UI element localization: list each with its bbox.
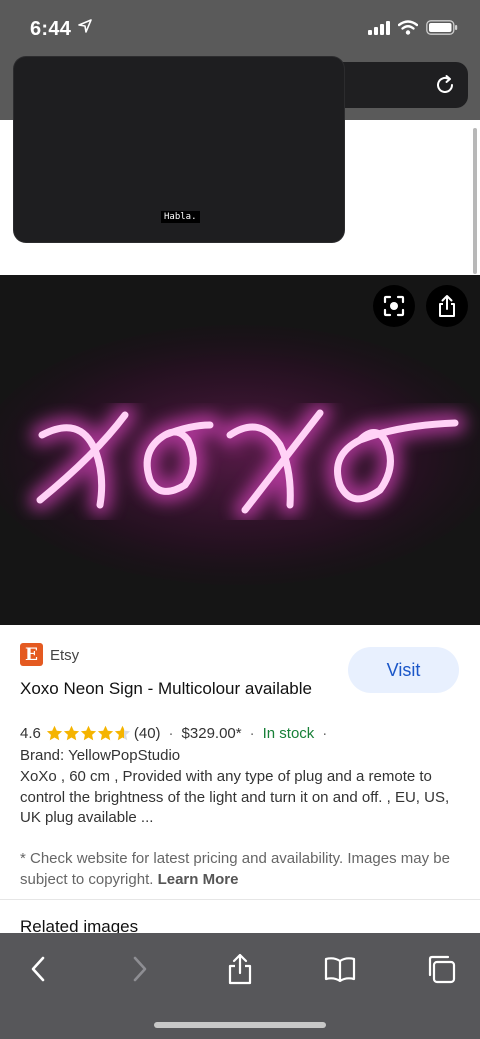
battery-icon [426,20,458,40]
price: $329.00* [181,725,242,742]
rating-count: (40) [133,725,161,742]
scroll-indicator[interactable] [473,128,477,274]
visit-button[interactable]: Visit [348,647,459,693]
reload-icon[interactable] [434,74,456,101]
stock-status: In stock [262,725,315,742]
home-indicator[interactable] [154,1022,326,1028]
tabs-icon[interactable] [421,951,461,987]
status-bar: 6:44 [0,0,480,58]
share-toolbar-icon[interactable] [220,951,260,987]
popup-caption: Habla. [161,211,200,223]
status-indicators [368,20,458,40]
divider [0,899,480,900]
status-time: 6:44 [30,18,72,40]
disclaimer: * Check website for latest pricing and a… [20,848,460,890]
product-title[interactable]: Xoxo Neon Sign - Multicolour available [20,676,320,701]
chevron-right-icon[interactable] [120,951,160,987]
chevron-left-icon[interactable] [18,951,58,987]
neon-sign-image [0,275,480,625]
signal-icon [368,20,390,40]
location-arrow-icon [78,19,92,38]
book-icon[interactable] [320,951,360,987]
source-name[interactable]: Etsy [50,647,79,664]
rating-value: 4.6 [20,725,41,742]
brand: Brand: YellowPopStudio [20,747,181,764]
star-icon [46,725,130,741]
product-image[interactable] [0,275,480,625]
learn-more-link[interactable]: Learn More [158,871,239,888]
etsy-logo: E [20,643,43,666]
result-info-panel: E Etsy Visit Xoxo Neon Sign - Multicolou… [0,625,480,945]
product-description: XoXo , 60 cm , Provided with any type of… [20,768,450,826]
lens-icon[interactable] [373,285,415,327]
rating-stars [46,725,132,742]
wifi-icon [397,20,419,40]
product-meta: 4.6 (40) · $329.00* · In stock · [20,725,328,742]
share-icon[interactable] [426,285,468,327]
